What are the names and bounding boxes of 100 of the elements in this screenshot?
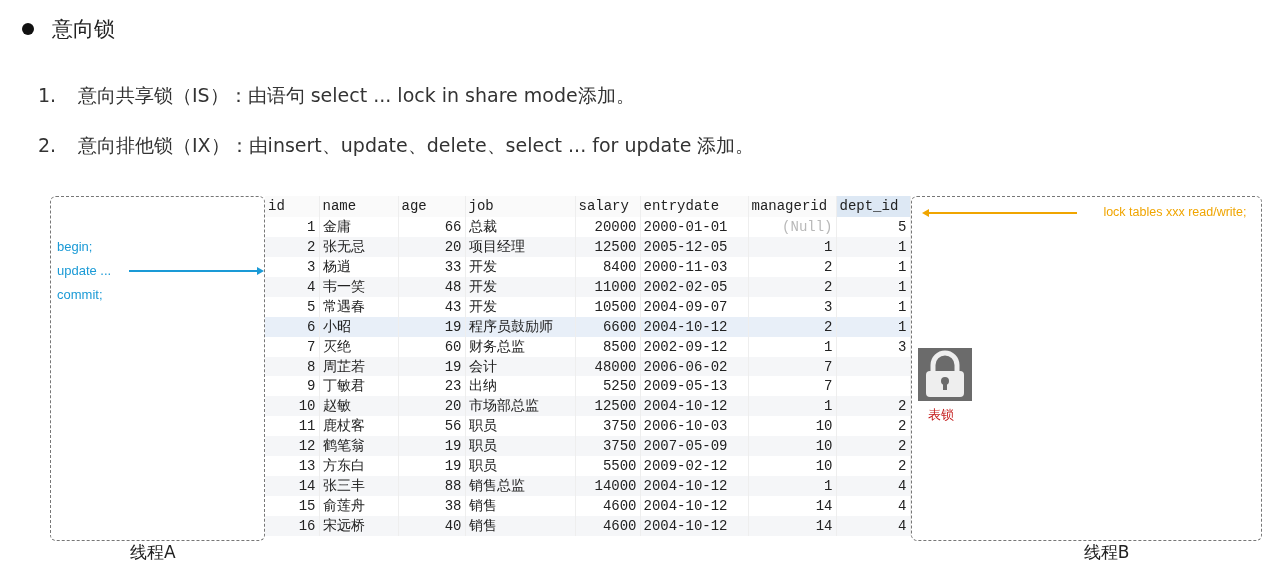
- table-cell: 19: [444, 318, 462, 335]
- table-cell: 14: [815, 498, 833, 515]
- table-cell: 33: [444, 258, 462, 275]
- table-cell: 杨逍: [322, 258, 351, 275]
- table-cell: 10: [298, 398, 316, 415]
- table-cell: 张三丰: [322, 478, 365, 495]
- table-cell: 2000-01-01: [643, 218, 728, 235]
- bullet-icon: [22, 23, 34, 35]
- arrow-icon: [921, 208, 1077, 218]
- table-cell: 销售: [468, 498, 497, 515]
- table-cell: 2007-05-09: [643, 438, 728, 455]
- table-cell: 1: [824, 238, 833, 255]
- table-cell: 职员: [468, 438, 497, 455]
- table-row[interactable]: 6 小昭 19 程序员鼓励师 6600 2004-10-12 2 1: [265, 316, 910, 337]
- table-cell: 周芷若: [322, 358, 365, 375]
- code-line: commit;: [57, 286, 104, 304]
- column-header[interactable]: job: [465, 196, 575, 217]
- table-cell: 2: [898, 458, 907, 475]
- table-cell: 2009-02-12: [643, 458, 728, 475]
- table-cell: 2009-05-13: [643, 378, 728, 395]
- table-cell: 4: [307, 278, 316, 295]
- table-cell: 23: [444, 378, 462, 395]
- table-row[interactable]: 1 金庸 66 总裁 20000 2000-01-01 (Null) 5: [265, 217, 910, 237]
- table-cell: 4600: [602, 498, 637, 515]
- table-row[interactable]: 3 杨逍 33 开发 8400 2000-11-03 2 1: [265, 256, 910, 277]
- heading: 意向锁: [52, 16, 115, 43]
- table-cell: 俞莲舟: [322, 498, 365, 515]
- table-cell: 金庸: [322, 218, 351, 235]
- table-cell: 2: [898, 438, 907, 455]
- table-cell: 19: [444, 458, 462, 475]
- table-cell: 张无忌: [322, 238, 365, 255]
- table-cell: 11: [298, 418, 316, 435]
- table-cell: 项目经理: [468, 238, 525, 255]
- table-row[interactable]: 12 鹤笔翁 19 职员 3750 2007-05-09 10 2: [265, 436, 910, 457]
- column-header[interactable]: age: [398, 196, 465, 217]
- table-cell: 1: [898, 278, 907, 295]
- table-cell: 程序员鼓励师: [468, 318, 553, 335]
- table-cell: 12500: [594, 398, 637, 415]
- table-cell: 40: [444, 518, 462, 534]
- column-header[interactable]: id: [265, 196, 319, 217]
- table-cell: 3750: [602, 418, 637, 435]
- table-cell: 灭绝: [322, 338, 351, 355]
- table-cell: 6: [307, 318, 316, 335]
- table-row[interactable]: 14 张三丰 88 销售总监 14000 2004-10-12 1 4: [265, 476, 910, 497]
- column-header[interactable]: salary: [575, 196, 640, 217]
- table-cell: 2: [307, 238, 316, 255]
- list-text: 意向排他锁（IX）：由insert、update、delete、select ... for update 添加。: [78, 133, 755, 158]
- table-row[interactable]: 2 张无忌 20 项目经理 12500 2005-12-05 1 1: [265, 236, 910, 257]
- code-line: begin;: [57, 238, 94, 256]
- table-cell: 鹿杖客: [322, 418, 365, 435]
- table-cell: 3750: [602, 438, 637, 455]
- table-cell: 开发: [468, 298, 497, 315]
- table-cell: 2002-09-12: [643, 338, 728, 355]
- table-row[interactable]: 7 灭绝 60 财务总监 8500 2002-09-12 1 3: [265, 336, 910, 357]
- table-cell: 66: [444, 218, 462, 235]
- table-row[interactable]: 8 周芷若 19 会计 48000 2006-06-02 7: [265, 356, 910, 377]
- table-cell: 14: [298, 478, 316, 495]
- table-cell: 1: [898, 298, 907, 315]
- table-cell: 开发: [468, 258, 497, 275]
- table-cell: 3: [898, 338, 907, 355]
- table-cell: 市场部总监: [468, 398, 539, 415]
- table-cell: 88: [444, 478, 462, 495]
- table-cell: 15: [298, 498, 316, 515]
- thread-label: 线程A: [130, 541, 176, 564]
- table-cell: 14000: [594, 478, 637, 495]
- table-cell: 48000: [594, 358, 637, 375]
- table-cell: 5: [307, 298, 316, 315]
- table-cell: 6600: [602, 318, 637, 335]
- table-cell: 出纳: [468, 378, 497, 395]
- table-cell: (Null): [782, 218, 833, 235]
- table-cell: 8: [307, 358, 316, 375]
- table-cell: 2004-09-07: [643, 298, 728, 315]
- table-cell: 60: [444, 338, 462, 355]
- column-header[interactable]: entrydate: [640, 196, 748, 217]
- table-row[interactable]: 16 宋远桥 40 销售 4600 2004-10-12 14 4: [265, 516, 910, 536]
- column-header[interactable]: managerid: [748, 196, 836, 217]
- table-cell: 4600: [602, 518, 637, 534]
- table-cell: 12: [298, 438, 316, 455]
- table-cell: 2006-10-03: [643, 418, 728, 435]
- table-cell: 7: [824, 378, 833, 395]
- table-cell: 20000: [594, 218, 637, 235]
- table-row[interactable]: 10 赵敏 20 市场部总监 12500 2004-10-12 1 2: [265, 396, 910, 417]
- table-row[interactable]: 5 常遇春 43 开发 10500 2004-09-07 3 1: [265, 296, 910, 317]
- table-cell: 8500: [602, 338, 637, 355]
- column-header[interactable]: dept_id: [836, 196, 910, 217]
- table-cell: 19: [444, 438, 462, 455]
- table-cell: 2: [824, 318, 833, 335]
- table-cell: 1: [824, 478, 833, 495]
- column-header[interactable]: name: [319, 196, 398, 217]
- padlock-icon: [918, 348, 972, 401]
- table-cell: 16: [298, 518, 316, 534]
- table-row[interactable]: 4 韦一笑 48 开发 11000 2002-02-05 2 1: [265, 276, 910, 297]
- table-cell: 总裁: [468, 218, 497, 235]
- table-cell: 1: [898, 318, 907, 335]
- table-cell: 4: [898, 498, 907, 515]
- table-cell: 3: [824, 298, 833, 315]
- table-cell: 8400: [602, 258, 637, 275]
- table-cell: 1: [824, 338, 833, 355]
- table-cell: 2: [898, 398, 907, 415]
- table-cell: 38: [444, 498, 462, 515]
